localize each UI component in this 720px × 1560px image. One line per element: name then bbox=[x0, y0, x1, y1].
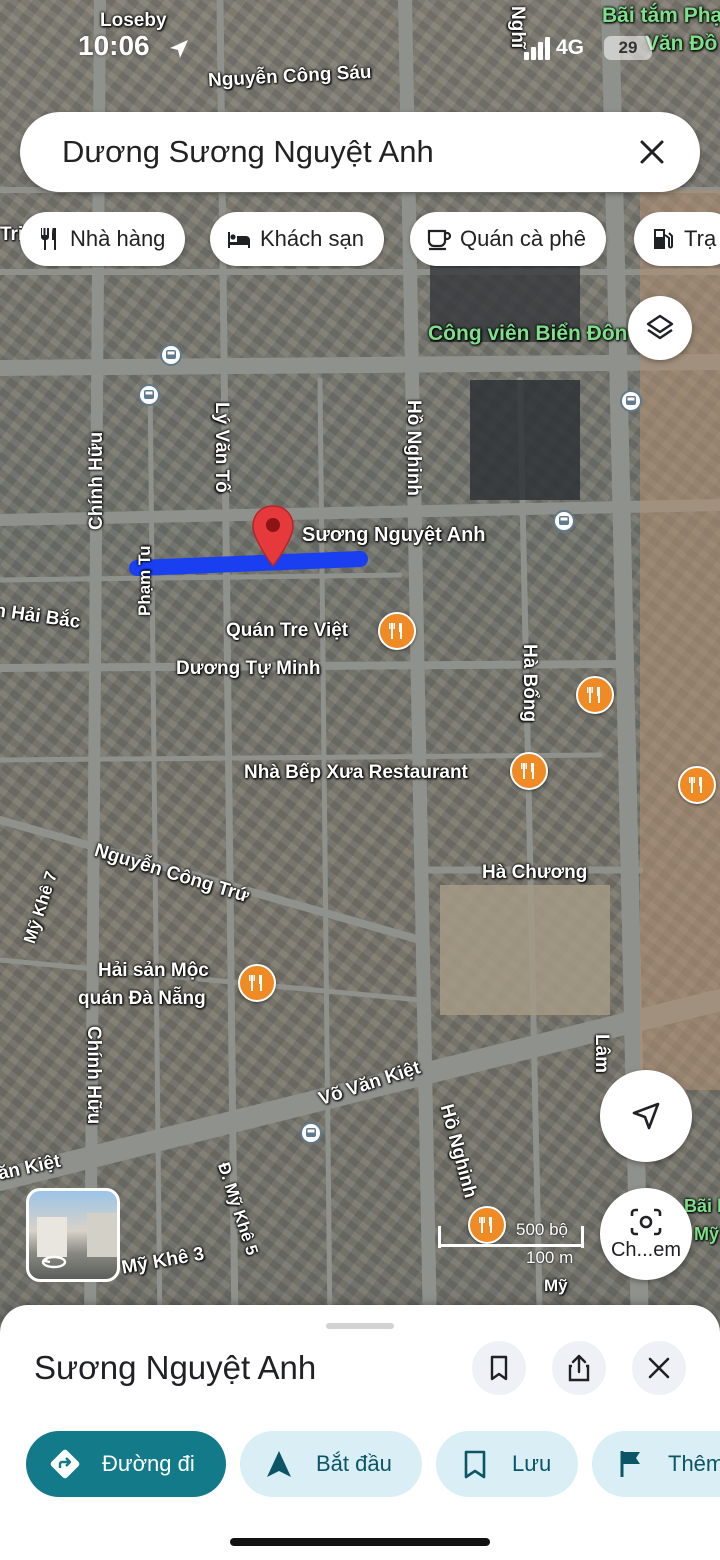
location-pin-icon[interactable] bbox=[251, 504, 295, 568]
bus-stop-icon[interactable] bbox=[553, 510, 575, 532]
map-label-chinh-huu-top: Chính Hữu bbox=[86, 431, 107, 530]
status-time: 10:06 bbox=[78, 30, 150, 61]
map-label-hai-san-moc-2: quán Đà Nẵng bbox=[78, 988, 206, 1009]
bus-stop-icon[interactable] bbox=[300, 1122, 322, 1144]
map-label-ha-bong: Hà Bổng bbox=[519, 644, 540, 723]
my-location-button[interactable] bbox=[600, 1070, 692, 1162]
share-icon bbox=[568, 1354, 590, 1382]
satellite-map[interactable]: Loseby Bãi tắm Phạ Văn Đồ Nguyễn Công Sá… bbox=[0, 0, 720, 1330]
share-button[interactable] bbox=[552, 1341, 606, 1395]
map-label-nha-bep-xua: Nhà Bếp Xưa Restaurant bbox=[244, 762, 468, 783]
start-label: Bắt đầu bbox=[316, 1451, 392, 1476]
navigation-arrow-icon bbox=[632, 1102, 660, 1130]
map-label-loseby: Loseby bbox=[100, 10, 167, 31]
save-label: Lưu bbox=[512, 1451, 552, 1476]
camera-icon bbox=[630, 1208, 662, 1235]
bed-icon bbox=[228, 232, 250, 248]
chip-cafes[interactable]: Quán cà phê bbox=[410, 212, 606, 266]
restaurant-poi-icon[interactable] bbox=[510, 752, 548, 790]
map-label-duong-tu-minh: Dương Tự Minh bbox=[176, 658, 321, 679]
flag-icon bbox=[620, 1451, 640, 1477]
chip-gas-stations[interactable]: Trạ bbox=[634, 212, 720, 266]
chip-label: Quán cà phê bbox=[460, 226, 586, 251]
close-sheet-button[interactable] bbox=[632, 1341, 686, 1395]
bus-stop-icon[interactable] bbox=[138, 384, 160, 406]
search-input[interactable]: Dương Sương Nguyệt Anh bbox=[62, 134, 632, 170]
map-label-ha-chuong: Hà Chương bbox=[482, 862, 588, 883]
restaurant-poi-icon[interactable] bbox=[238, 964, 276, 1002]
bus-stop-icon[interactable] bbox=[160, 344, 182, 366]
location-services-icon bbox=[170, 40, 188, 58]
chip-label: Khách sạn bbox=[260, 226, 364, 251]
save-place-button[interactable] bbox=[472, 1341, 526, 1395]
map-label-my-bottom: Mỹ bbox=[544, 1276, 568, 1295]
search-bar[interactable]: Dương Sương Nguyệt Anh bbox=[20, 112, 700, 192]
clear-search-button[interactable] bbox=[632, 132, 672, 172]
bus-stop-icon[interactable] bbox=[620, 390, 642, 412]
coffee-cup-icon bbox=[427, 229, 452, 251]
street-view-thumbnail[interactable] bbox=[26, 1188, 120, 1282]
directions-button[interactable]: Đường đi bbox=[26, 1431, 226, 1497]
place-title: Sương Nguyệt Anh bbox=[34, 1349, 317, 1386]
more-label: Thêm bbox=[668, 1451, 720, 1476]
fork-knife-icon bbox=[41, 228, 56, 250]
battery-icon: 29 bbox=[604, 36, 652, 60]
directions-icon bbox=[50, 1449, 80, 1479]
map-label-ly-van-to: Lý Văn Tố bbox=[211, 402, 232, 493]
save-button[interactable]: Lưu bbox=[436, 1431, 578, 1497]
layers-button[interactable] bbox=[628, 296, 692, 360]
scale-metric: 100 m bbox=[526, 1248, 574, 1267]
chip-label: Nhà hàng bbox=[70, 226, 166, 251]
directions-label: Đường đi bbox=[102, 1451, 195, 1476]
place-bottom-sheet[interactable]: Sương Nguyệt Anh Đường đi Bắt đầu Lưu Th… bbox=[0, 1305, 720, 1560]
map-label-my-edge: Mỹ bbox=[694, 1224, 720, 1244]
map-label-ho-nghinh-top: Hồ Nghinh bbox=[403, 400, 424, 497]
map-label-chinh-huu-bottom: Chính Hữu bbox=[83, 1026, 104, 1125]
bookmark-icon bbox=[464, 1450, 486, 1479]
scale-imperial: 500 bộ bbox=[516, 1220, 568, 1239]
rotate-360-icon bbox=[41, 1255, 67, 1269]
network-type: 4G bbox=[556, 36, 585, 59]
map-label-beach-2: Văn Đồ bbox=[645, 32, 718, 55]
layers-icon bbox=[646, 314, 674, 340]
map-label-lam: Lâm bbox=[591, 1034, 612, 1074]
close-icon bbox=[640, 140, 664, 164]
route-highlight bbox=[129, 551, 368, 576]
close-icon bbox=[648, 1357, 670, 1379]
map-label-park: Công viên Biển Đôn bbox=[428, 322, 628, 345]
navigation-arrow-icon bbox=[267, 1451, 291, 1477]
restaurant-poi-icon[interactable] bbox=[378, 612, 416, 650]
sheet-drag-handle[interactable] bbox=[326, 1323, 394, 1329]
home-indicator[interactable] bbox=[230, 1538, 490, 1546]
start-navigation-button[interactable]: Bắt đầu bbox=[240, 1431, 422, 1497]
restaurant-poi-icon[interactable] bbox=[678, 766, 716, 804]
battery-level: 29 bbox=[618, 38, 638, 57]
map-label-pham-tu: Phạm Tu bbox=[135, 545, 154, 616]
map-label-hai-san-moc: Hải sản Mộc bbox=[98, 960, 209, 981]
camera-button-label: Ch...em bbox=[610, 1238, 682, 1261]
map-label-quan-tre-viet: Quán Tre Việt bbox=[226, 620, 349, 641]
gas-station-icon bbox=[654, 229, 673, 249]
restaurant-poi-icon[interactable] bbox=[576, 676, 614, 714]
map-scale: 500 bộ 100 m bbox=[438, 1220, 588, 1270]
map-label-bai-b: Bãi b bbox=[684, 1196, 720, 1216]
bookmark-icon bbox=[490, 1355, 508, 1381]
chip-hotels[interactable]: Khách sạn bbox=[210, 212, 384, 266]
map-label-beach: Bãi tắm Phạ bbox=[602, 4, 720, 27]
camera-search-button[interactable]: Ch...em bbox=[600, 1188, 692, 1280]
chip-label: Trạ bbox=[684, 226, 717, 251]
map-label-suong-nguyet-anh: Sương Nguyệt Anh bbox=[302, 524, 486, 546]
signal-icon bbox=[524, 37, 550, 60]
more-button[interactable]: Thêm bbox=[592, 1431, 720, 1497]
category-chips: Nhà hàng Khách sạn Quán cà phê Trạ bbox=[20, 212, 720, 268]
chip-restaurants[interactable]: Nhà hàng bbox=[20, 212, 186, 266]
